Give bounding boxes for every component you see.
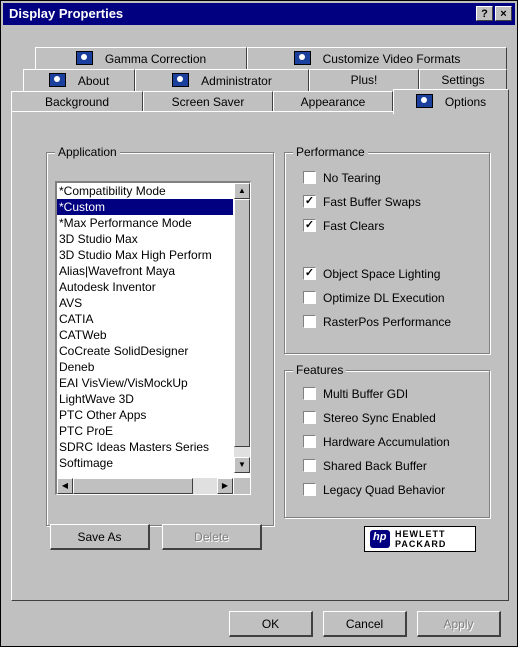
scroll-down-icon[interactable]: ▼: [234, 457, 250, 473]
checkbox-label: Stereo Sync Enabled: [323, 411, 436, 425]
scroll-thumb[interactable]: [234, 199, 250, 447]
list-item[interactable]: CATIA: [57, 311, 233, 327]
list-item[interactable]: CoCreate SolidDesigner: [57, 343, 233, 359]
application-group-label: Application: [55, 145, 120, 159]
scroll-left-icon[interactable]: ◀: [57, 478, 73, 494]
tab-plus[interactable]: Plus!: [309, 69, 419, 91]
tab-label: Background: [44, 95, 110, 109]
monitor-icon: [48, 73, 66, 87]
checkbox-label: No Tearing: [323, 171, 381, 185]
checkbox-label: Legacy Quad Behavior: [323, 483, 446, 497]
display-properties-window: Display Properties ? × Gamma Correction …: [0, 0, 518, 647]
scroll-right-icon[interactable]: ▶: [217, 478, 233, 494]
hp-logo-icon: [370, 530, 390, 548]
list-item[interactable]: Softimage: [57, 455, 233, 471]
checkbox-label: Fast Buffer Swaps: [323, 195, 421, 209]
application-list[interactable]: *Compatibility Mode *Custom *Max Performan…: [55, 181, 251, 495]
checkbox-label: Optimize DL Execution: [323, 291, 445, 305]
scroll-thumb-horizontal[interactable]: [73, 478, 193, 494]
features-group-label: Features: [293, 363, 347, 377]
tab-label: Plus!: [350, 73, 378, 87]
list-item[interactable]: *Max Performance Mode: [57, 215, 233, 231]
checkbox-label: Multi Buffer GDI: [323, 387, 409, 401]
checkbox[interactable]: [303, 387, 316, 400]
list-item[interactable]: Alias|Wavefront Maya: [57, 263, 233, 279]
checkbox-label: Hardware Accumulation: [323, 435, 450, 449]
tab-label: Customize Video Formats: [322, 52, 461, 66]
tab-appearance[interactable]: Appearance: [273, 91, 393, 113]
list-item[interactable]: SDRC Ideas Masters Series: [57, 439, 233, 455]
checkbox-label: Fast Clears: [323, 219, 385, 233]
tab-label: Gamma Correction: [104, 52, 207, 66]
list-item[interactable]: 3D Studio Max: [57, 231, 233, 247]
horizontal-scrollbar[interactable]: ◀ ▶: [57, 478, 233, 494]
tab-label: Appearance: [300, 95, 366, 109]
scroll-up-icon[interactable]: ▲: [234, 183, 250, 199]
features-group: Features Multi Buffer GDI Stereo Sync Ena…: [284, 363, 490, 518]
save-as-button[interactable]: Save As: [50, 524, 150, 550]
vertical-scrollbar[interactable]: ▲ ▼: [234, 183, 250, 473]
checkbox[interactable]: [303, 291, 316, 304]
tab-label: About: [77, 74, 110, 88]
checkbox[interactable]: ✓: [303, 219, 316, 232]
logo-line-2: PACKARD: [395, 539, 447, 549]
tab-screen-saver[interactable]: Screen Saver: [143, 91, 273, 113]
monitor-icon: [172, 73, 190, 87]
title-bar[interactable]: Display Properties ? ×: [3, 3, 515, 25]
monitor-icon: [415, 94, 433, 108]
checkbox-label: Object Space Lighting: [323, 267, 441, 281]
checkbox[interactable]: ✓: [303, 195, 316, 208]
checkbox[interactable]: [303, 459, 316, 472]
checkbox[interactable]: [303, 315, 316, 328]
tab-label: Screen Saver: [171, 95, 245, 109]
application-list-items: *Compatibility Mode *Custom *Max Performan…: [57, 183, 233, 473]
tab-customize-video-formats[interactable]: Customize Video Formats: [247, 47, 507, 69]
application-group: Application *Compatibility Mode *Custom *M…: [46, 145, 274, 526]
checkbox-label: Shared Back Buffer: [323, 459, 427, 473]
cancel-button[interactable]: Cancel: [323, 611, 407, 637]
hewlett-packard-logo: HEWLETT PACKARD: [364, 526, 476, 552]
list-item[interactable]: *Compatibility Mode: [57, 183, 233, 199]
list-item[interactable]: Deneb: [57, 359, 233, 375]
checkbox[interactable]: [303, 171, 316, 184]
tab-options[interactable]: Options: [393, 89, 509, 114]
delete-button[interactable]: Delete: [162, 524, 262, 550]
tab-gamma-correction[interactable]: Gamma Correction: [35, 47, 247, 69]
tab-background[interactable]: Background: [11, 91, 143, 113]
list-item[interactable]: Autodesk Inventor: [57, 279, 233, 295]
checkbox[interactable]: ✓: [303, 267, 316, 280]
list-item[interactable]: PTC ProE: [57, 423, 233, 439]
list-item[interactable]: 3D Studio Max High Perform: [57, 247, 233, 263]
list-item[interactable]: PTC Other Apps: [57, 407, 233, 423]
list-item[interactable]: *Custom: [57, 199, 233, 215]
list-item[interactable]: AVS: [57, 295, 233, 311]
window-title: Display Properties: [9, 6, 124, 21]
close-button[interactable]: ×: [495, 6, 512, 21]
options-panel: Application *Compatibility Mode *Custom *M…: [11, 111, 509, 601]
monitor-icon: [75, 51, 93, 65]
tab-about[interactable]: About: [23, 69, 135, 91]
checkbox[interactable]: [303, 435, 316, 448]
tab-settings[interactable]: Settings: [419, 69, 507, 91]
checkbox[interactable]: [303, 483, 316, 496]
list-item[interactable]: LightWave 3D: [57, 391, 233, 407]
monitor-icon: [293, 51, 311, 65]
logo-line-1: HEWLETT: [395, 529, 446, 539]
ok-button[interactable]: OK: [229, 611, 313, 637]
tab-label: Options: [444, 95, 487, 109]
performance-group-label: Performance: [293, 145, 368, 159]
checkbox[interactable]: [303, 411, 316, 424]
tab-label: Settings: [441, 73, 485, 87]
tab-administrator[interactable]: Administrator: [135, 69, 309, 91]
list-item[interactable]: CATWeb: [57, 327, 233, 343]
apply-button[interactable]: Apply: [417, 611, 501, 637]
tab-label: Administrator: [201, 74, 272, 88]
help-button[interactable]: ?: [476, 6, 493, 21]
list-item[interactable]: EAI VisView/VisMockUp: [57, 375, 233, 391]
performance-group: Performance No Tearing ✓ Fast Buffer Swaps…: [284, 145, 490, 354]
checkbox-label: RasterPos Performance: [323, 315, 452, 329]
scroll-corner: [234, 478, 250, 494]
